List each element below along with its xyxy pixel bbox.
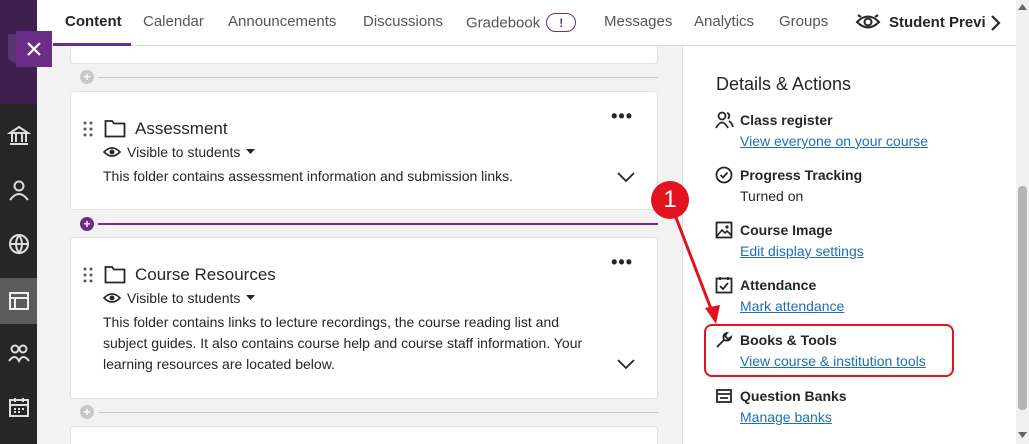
tab-discussions[interactable]: Discussions [363, 13, 443, 30]
eye-icon [103, 147, 121, 157]
people-icon [715, 111, 734, 129]
tab-calendar[interactable]: Calendar [143, 13, 204, 30]
folder-icon [104, 266, 126, 284]
globe-icon[interactable] [0, 224, 37, 264]
scroll-up-icon[interactable] [1018, 4, 1027, 10]
tab-gradebook-label: Gradebook [466, 14, 541, 32]
caret-down-icon [246, 149, 256, 154]
course-image-title: Course Image [740, 222, 833, 238]
progress-tracking-title: Progress Tracking [740, 167, 863, 183]
folder-icon [104, 120, 126, 138]
bank-icon [716, 389, 732, 403]
content-divider [98, 412, 658, 413]
card-description: This folder contains assessment informat… [103, 168, 514, 184]
courses-icon[interactable] [0, 278, 37, 324]
course-tab-bar: Content Calendar Announcements Discussio… [37, 0, 1016, 46]
check-circle-icon [715, 166, 733, 184]
content-card-partial [70, 46, 658, 64]
class-register-item: Class register View everyone on your cou… [715, 111, 928, 149]
visibility-dropdown[interactable]: Visible to students [103, 144, 256, 160]
student-preview-label: Student Previ [889, 13, 986, 31]
progress-tracking-item: Progress Tracking Turned on [715, 166, 862, 204]
content-divider [98, 77, 658, 78]
course-content-area: + Assessment ••• Visible to students Thi… [37, 46, 682, 444]
annotation-arrow-icon [673, 214, 720, 324]
scrollbar-thumb[interactable] [1018, 186, 1027, 410]
manage-banks-link[interactable]: Manage banks [740, 409, 847, 425]
card-title[interactable]: Course Resources [135, 265, 276, 285]
tab-gradebook[interactable]: Gradebook! [466, 13, 577, 32]
annotation-highlight-box [704, 324, 954, 377]
add-content-plus-icon[interactable]: + [80, 70, 94, 84]
close-icon [27, 42, 41, 56]
question-banks-title: Question Banks [740, 388, 847, 404]
tab-messages[interactable]: Messages [604, 13, 672, 30]
card-description: This folder contains links to lecture re… [103, 314, 583, 372]
student-preview-button[interactable]: Student Previ [855, 11, 986, 33]
page-scrollbar[interactable] [1016, 0, 1029, 444]
card-title[interactable]: Assessment [135, 119, 228, 139]
visibility-label: Visible to students [127, 290, 241, 306]
scroll-down-icon[interactable] [1018, 432, 1027, 438]
view-everyone-link[interactable]: View everyone on your course [740, 133, 928, 149]
profile-icon[interactable] [0, 170, 37, 210]
tab-content[interactable]: Content [65, 13, 122, 30]
chevron-down-icon[interactable] [617, 172, 635, 183]
mark-attendance-link[interactable]: Mark attendance [740, 298, 844, 314]
content-card-assessment[interactable]: Assessment ••• Visible to students This … [70, 91, 658, 210]
drag-handle-icon[interactable] [83, 267, 93, 283]
content-card-partial [70, 426, 658, 444]
calendar-icon[interactable] [0, 387, 37, 427]
course-image-item: Course Image Edit display settings [715, 221, 864, 259]
details-heading: Details & Actions [716, 74, 852, 94]
gradebook-alert-badge: ! [546, 13, 577, 32]
add-content-plus-icon[interactable]: + [80, 405, 94, 419]
question-banks-item: Question Banks Manage banks [715, 387, 847, 425]
chevron-right-icon[interactable] [989, 14, 1001, 32]
content-card-course-resources[interactable]: Course Resources ••• Visible to students… [70, 237, 658, 399]
caret-down-icon [246, 295, 256, 300]
close-course-button[interactable] [16, 31, 52, 67]
attendance-item: Attendance Mark attendance [715, 276, 844, 314]
eye-icon [103, 293, 121, 303]
tab-announcements[interactable]: Announcements [228, 13, 336, 30]
attendance-title: Attendance [740, 277, 817, 293]
chevron-down-icon[interactable] [617, 359, 635, 370]
edit-display-settings-link[interactable]: Edit display settings [740, 243, 864, 259]
visibility-dropdown[interactable]: Visible to students [103, 290, 256, 306]
annotation-step-badge: 1 [651, 181, 689, 219]
visibility-label: Visible to students [127, 144, 241, 160]
tab-analytics[interactable]: Analytics [694, 13, 754, 30]
tab-groups[interactable]: Groups [779, 13, 828, 30]
drag-handle-icon[interactable] [83, 121, 93, 137]
content-divider-active [98, 223, 658, 225]
institution-page-icon[interactable] [0, 116, 37, 156]
class-register-title: Class register [740, 112, 833, 128]
progress-tracking-status: Turned on [740, 188, 804, 204]
more-options-icon[interactable]: ••• [611, 252, 633, 273]
details-actions-panel: Details & Actions Class register View ev… [682, 46, 1016, 444]
groups-icon[interactable] [0, 333, 37, 373]
more-options-icon[interactable]: ••• [611, 106, 633, 127]
add-content-plus-icon[interactable]: + [80, 217, 94, 231]
student-preview-icon [855, 14, 881, 29]
